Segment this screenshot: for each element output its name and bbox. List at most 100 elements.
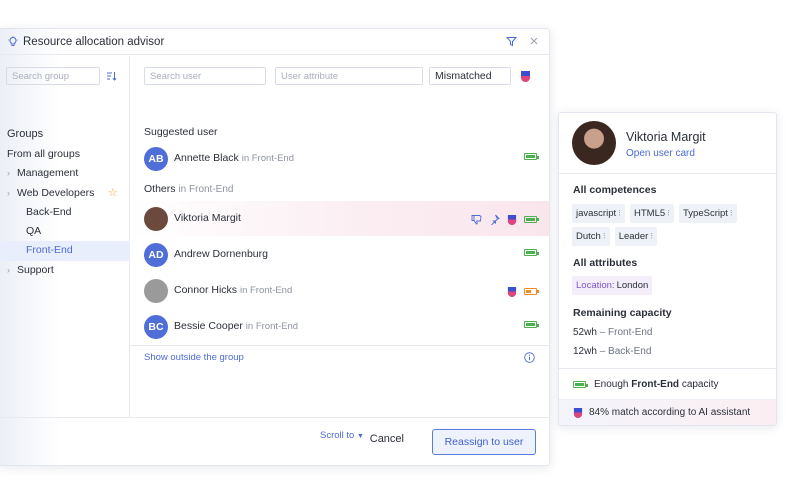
tree-item-label: Support	[17, 263, 54, 276]
competences-heading: All competences	[573, 184, 657, 196]
ai-assistant-icon[interactable]	[507, 285, 517, 297]
capacity-battery-icon	[524, 321, 539, 328]
user-row-viktoria-margit[interactable]: Viktoria Margit	[130, 201, 549, 236]
lightbulb-icon	[7, 35, 19, 47]
user-name-text: Andrew Dornenburg	[174, 248, 268, 260]
level-icon: ⁝	[650, 231, 654, 241]
competences-row: Dutch ⁝ Leader ⁝	[572, 227, 658, 246]
ai-match-text: 84% match according to AI assistant	[589, 407, 751, 418]
attributes-heading: All attributes	[573, 257, 638, 269]
capacity-amount: 12wh	[573, 346, 597, 357]
user-name: Bessie Cooper in Front-End	[174, 320, 298, 332]
level-icon: ⁝	[602, 231, 606, 241]
ai-assistant-icon[interactable]	[507, 213, 517, 225]
ai-match-banner: 84% match according to AI assistant	[559, 399, 776, 425]
user-name: Viktoria Margit	[174, 212, 241, 224]
search-group-input[interactable]: Search group	[6, 67, 100, 85]
user-group: in Front-End	[245, 321, 299, 332]
close-icon[interactable]	[529, 35, 539, 47]
competence-chip: TypeScript ⁝	[679, 204, 737, 223]
competence-chip: Leader ⁝	[614, 227, 658, 246]
tree-item-support[interactable]: › Support	[0, 261, 130, 280]
thumbs-down-icon[interactable]	[471, 213, 482, 225]
capacity-heading: Remaining capacity	[573, 307, 672, 319]
groups-heading: Groups	[7, 128, 44, 140]
group-pane: Search group Groups From all groups › Ma…	[0, 56, 130, 417]
user-name-text: Connor Hicks	[174, 284, 238, 296]
others-label-text: Others	[144, 183, 176, 195]
capacity-line: 12wh – Back-End	[573, 346, 651, 357]
user-group: in Front-End	[241, 153, 294, 164]
others-label-suffix: in Front-End	[178, 184, 234, 195]
attribute-chip: Location: London	[572, 276, 653, 295]
dialog-header: Resource allocation advisor	[0, 29, 549, 55]
tree-item-label: QA	[26, 225, 42, 238]
user-row-andrew-dornenburg[interactable]: AD Andrew Dornenburg	[130, 237, 549, 272]
dialog-title: Resource allocation advisor	[23, 35, 165, 48]
chevron-right-icon[interactable]: ›	[7, 261, 10, 280]
tree-item-qa[interactable]: QA	[0, 222, 130, 241]
suggested-label: Suggested user	[144, 126, 218, 138]
info-icon[interactable]	[524, 351, 535, 363]
tree-item-label: Web Developers	[17, 186, 95, 199]
card-divider	[559, 173, 776, 174]
card-user-name: Viktoria Margit	[626, 130, 706, 144]
user-row-bessie-cooper[interactable]: BC Bessie Cooper in Front-End	[130, 309, 549, 344]
user-name: Annette Black in Front-End	[174, 152, 294, 164]
capacity-battery-icon	[573, 381, 588, 388]
avatar: AB	[144, 147, 168, 171]
capacity-battery-icon	[524, 287, 539, 295]
match-select[interactable]: Mismatched	[429, 67, 511, 85]
chip-label: javascript	[576, 208, 617, 219]
chip-label: Dutch	[576, 231, 601, 242]
cancel-button[interactable]: Cancel	[370, 433, 404, 445]
pin-icon[interactable]	[489, 213, 500, 225]
user-pane: Search user User attribute Mismatched Su…	[130, 56, 549, 441]
capacity-status-text: Enough Front-End capacity	[594, 379, 719, 390]
status-suffix: capacity	[681, 379, 719, 390]
status-prefix: Enough	[594, 379, 629, 390]
avatar: BC	[144, 315, 168, 339]
user-name-text: Bessie Cooper	[174, 320, 243, 332]
competence-chip: Dutch ⁝	[572, 227, 610, 246]
dialog-footer: Cancel Reassign to user	[0, 417, 549, 465]
sort-icon[interactable]	[106, 70, 117, 82]
search-user-input[interactable]: Search user	[144, 67, 266, 85]
capacity-amount: 52wh	[573, 327, 597, 338]
capacity-battery-icon	[524, 249, 539, 256]
attributes-row: Location: London	[572, 276, 653, 295]
others-label: Others in Front-End	[144, 183, 233, 195]
resource-allocation-dialog: Resource allocation advisor Search group	[0, 28, 550, 466]
tree-item-web-developers[interactable]: › Web Developers ☆	[0, 184, 130, 203]
reassign-button[interactable]: Reassign to user	[432, 429, 536, 455]
tree-item-label: From all groups	[7, 148, 80, 160]
competence-chip: javascript ⁝	[572, 204, 625, 223]
level-icon: ⁝	[729, 208, 733, 218]
status-group: Front-End	[631, 379, 680, 390]
tree-item-back-end[interactable]: Back-End	[0, 203, 130, 222]
ai-assistant-icon[interactable]	[520, 70, 531, 83]
capacity-status: Enough Front-End capacity	[573, 379, 719, 390]
user-row-connor-hicks[interactable]: Connor Hicks in Front-End	[130, 273, 549, 308]
user-row-annette-black[interactable]: AB Annette Black in Front-End	[130, 141, 549, 176]
chevron-right-icon[interactable]: ›	[7, 164, 10, 183]
ai-assistant-icon	[573, 407, 583, 418]
capacity-battery-icon	[524, 153, 539, 160]
open-user-card-link[interactable]: Open user card	[626, 148, 695, 159]
chip-label: HTML5	[634, 208, 666, 219]
capacity-line: 52wh – Front-End	[573, 327, 653, 338]
tree-item-all-groups[interactable]: From all groups	[0, 145, 130, 164]
user-name: Andrew Dornenburg	[174, 248, 268, 260]
attribute-value: London	[616, 280, 649, 291]
chevron-right-icon[interactable]: ›	[7, 184, 10, 203]
avatar: AD	[144, 243, 168, 267]
user-attribute-input[interactable]: User attribute	[275, 67, 423, 85]
tree-item-label: Front-End	[26, 244, 73, 257]
tree-item-front-end[interactable]: Front-End	[0, 241, 130, 261]
tree-item-management[interactable]: › Management	[0, 164, 130, 183]
avatar	[144, 207, 168, 231]
show-outside-link[interactable]: Show outside the group	[144, 352, 244, 363]
filter-icon[interactable]	[506, 35, 517, 47]
star-icon[interactable]: ☆	[108, 184, 118, 203]
capacity-group: – Back-End	[599, 346, 652, 357]
